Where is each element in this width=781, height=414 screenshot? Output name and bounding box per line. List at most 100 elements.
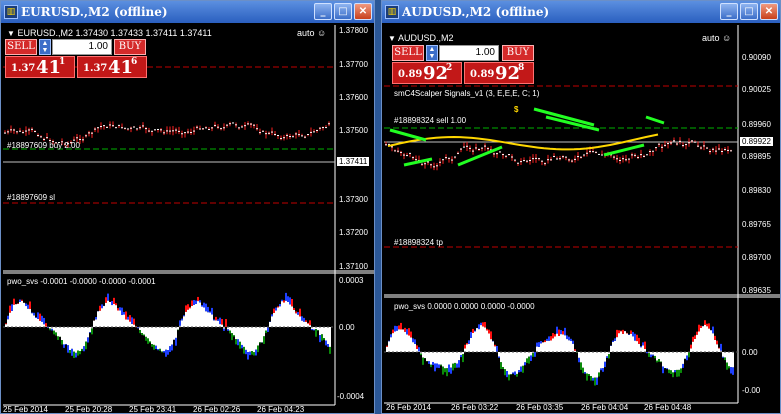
oscillator-bar-edge	[295, 311, 297, 314]
oscillator-bar-edge	[564, 327, 566, 336]
window-title: AUDUSD.,M2 (offline)	[402, 5, 550, 19]
oscillator-bar-edge	[466, 343, 468, 345]
oscillator-bar-edge	[538, 342, 540, 347]
close-button[interactable]: ✕	[760, 3, 778, 20]
lot-stepper-icon[interactable]: ▲ ▼	[39, 39, 51, 55]
oscillator-bar	[317, 327, 319, 331]
oscillator-bar	[690, 348, 692, 352]
oscillator-bar-edge	[101, 304, 103, 309]
buy-price-sup: 6	[131, 57, 138, 67]
oscillator-bar	[253, 327, 255, 353]
buy-price-box[interactable]: 0.89 92 8	[464, 62, 534, 84]
oscillator-bar-edge	[670, 370, 672, 374]
window-titlebar[interactable]: ▥ AUDUSD.,M2 (offline) _ □ ✕	[382, 1, 780, 23]
oscillator-bar-edge	[644, 341, 646, 349]
oscillator-bar	[203, 307, 205, 327]
chart-window-eurusd[interactable]: ▥ EURUSD.,M2 (offline) _ □ ✕ ▼ EURUSD.,M…	[0, 0, 375, 414]
oscillator-bar	[57, 327, 59, 337]
oscillator-bar-edge	[518, 370, 520, 373]
oscillator-bar-edge	[27, 304, 29, 309]
chart-area[interactable]: ▼ EURUSD.,M2 1.37430 1.37433 1.37411 1.3…	[3, 25, 374, 414]
oscillator-bar	[436, 352, 438, 364]
oscillator-bar	[83, 327, 85, 347]
oscillator-bar-edge	[434, 363, 436, 372]
oscillator-bar-edge	[532, 353, 534, 357]
oscillator-bar	[696, 334, 698, 352]
oscillator-bar-edge	[632, 331, 634, 337]
oscillator-bar	[442, 352, 444, 367]
oscillator-bar	[406, 334, 408, 352]
oscillator-bar	[323, 327, 325, 339]
oscillator-bar-edge	[414, 339, 416, 344]
oscillator-bar	[157, 327, 159, 350]
oscillator-bar	[512, 352, 514, 373]
oscillator-bar	[233, 327, 235, 336]
oscillator-bar	[273, 312, 275, 327]
oscillator-bar-edge	[131, 317, 133, 324]
lot-stepper-icon[interactable]: ▲ ▼	[426, 45, 438, 61]
auto-scroll-indicator[interactable]: auto ☺	[297, 28, 326, 38]
oscillator-bar-edge	[155, 345, 157, 350]
oscillator-bar	[462, 352, 464, 355]
symbol-label: AUDUSD.,M2	[397, 33, 454, 43]
oscillator-bar	[319, 327, 321, 336]
oscillator-bar	[229, 327, 231, 331]
minimize-button[interactable]: _	[314, 3, 332, 20]
oscillator-bar-edge	[147, 338, 149, 344]
oscillator-bar	[231, 327, 233, 334]
buy-button[interactable]: BUY	[114, 39, 146, 55]
auto-scroll-indicator[interactable]: auto ☺	[702, 33, 731, 43]
oscillator-bar	[482, 326, 484, 352]
oscillator-bar-edge	[554, 334, 556, 337]
chart-area[interactable]: ▼ AUDUSD.,M2 auto ☺ SELL ▲ ▼ 1.00 BUY 0.8…	[384, 25, 780, 413]
oscillator-bar	[700, 327, 702, 352]
oscillator-bar	[159, 327, 161, 349]
buy-price-box[interactable]: 1.37 41 6	[77, 56, 147, 78]
oscillator-bar	[235, 327, 237, 340]
oscillator-bar-edge	[404, 327, 406, 332]
oscillator-bar-edge	[235, 339, 237, 345]
sell-price-box[interactable]: 0.89 92 2	[392, 62, 462, 84]
oscillator-bar-edge	[446, 368, 448, 377]
oscillator-bar-edge	[17, 303, 19, 304]
price-chart-canvas[interactable]	[3, 25, 374, 414]
oscillator-bar	[486, 330, 488, 352]
lot-input[interactable]: 1.00	[52, 39, 112, 55]
chart-window-audusd[interactable]: ▥ AUDUSD.,M2 (offline) _ □ ✕ ▼ AUDUSD.,M…	[381, 0, 781, 414]
lot-input[interactable]: 1.00	[439, 45, 499, 61]
oscillator-bar-edge	[87, 337, 89, 343]
oscillator-bar	[710, 330, 712, 352]
oscillator-bar	[530, 352, 532, 356]
buy-button[interactable]: BUY	[502, 45, 534, 61]
time-tick: 26 Feb 2014	[386, 403, 431, 412]
oscillator-bar-edge	[301, 316, 303, 321]
maximize-button[interactable]: □	[740, 3, 758, 20]
oscillator-bar	[422, 352, 424, 358]
close-button[interactable]: ✕	[354, 3, 372, 20]
sell-button[interactable]: SELL	[5, 39, 37, 55]
oscillator-bar-edge	[506, 371, 508, 378]
oscillator-bar	[13, 304, 15, 327]
sell-price-box[interactable]: 1.37 41 1	[5, 56, 75, 78]
indicator-tick: 0.00	[339, 323, 355, 332]
oscillator-bar-edge	[175, 337, 177, 346]
maximize-button[interactable]: □	[334, 3, 352, 20]
oscillator-bar-edge	[139, 330, 141, 334]
minimize-button[interactable]: _	[720, 3, 738, 20]
order-sl-line-label: #18897609 sl	[7, 193, 56, 202]
oscillator-bar-edge	[678, 369, 680, 377]
oscillator-bar	[672, 352, 674, 373]
oscillator-bar-edge	[440, 364, 442, 366]
oscillator-bar	[674, 352, 676, 371]
oscillator-bar	[702, 326, 704, 352]
window-titlebar[interactable]: ▥ EURUSD.,M2 (offline) _ □ ✕	[1, 1, 374, 23]
oscillator-bar	[622, 333, 624, 352]
oscillator-bar-edge	[646, 352, 648, 354]
oscillator-bar-edge	[205, 303, 207, 312]
oscillator-bar	[722, 352, 724, 357]
sell-button[interactable]: SELL	[392, 45, 424, 61]
oscillator-bar-edge	[686, 355, 688, 361]
oscillator-bar	[526, 352, 528, 359]
oscillator-bar	[261, 327, 263, 343]
oscillator-bar	[183, 316, 185, 327]
